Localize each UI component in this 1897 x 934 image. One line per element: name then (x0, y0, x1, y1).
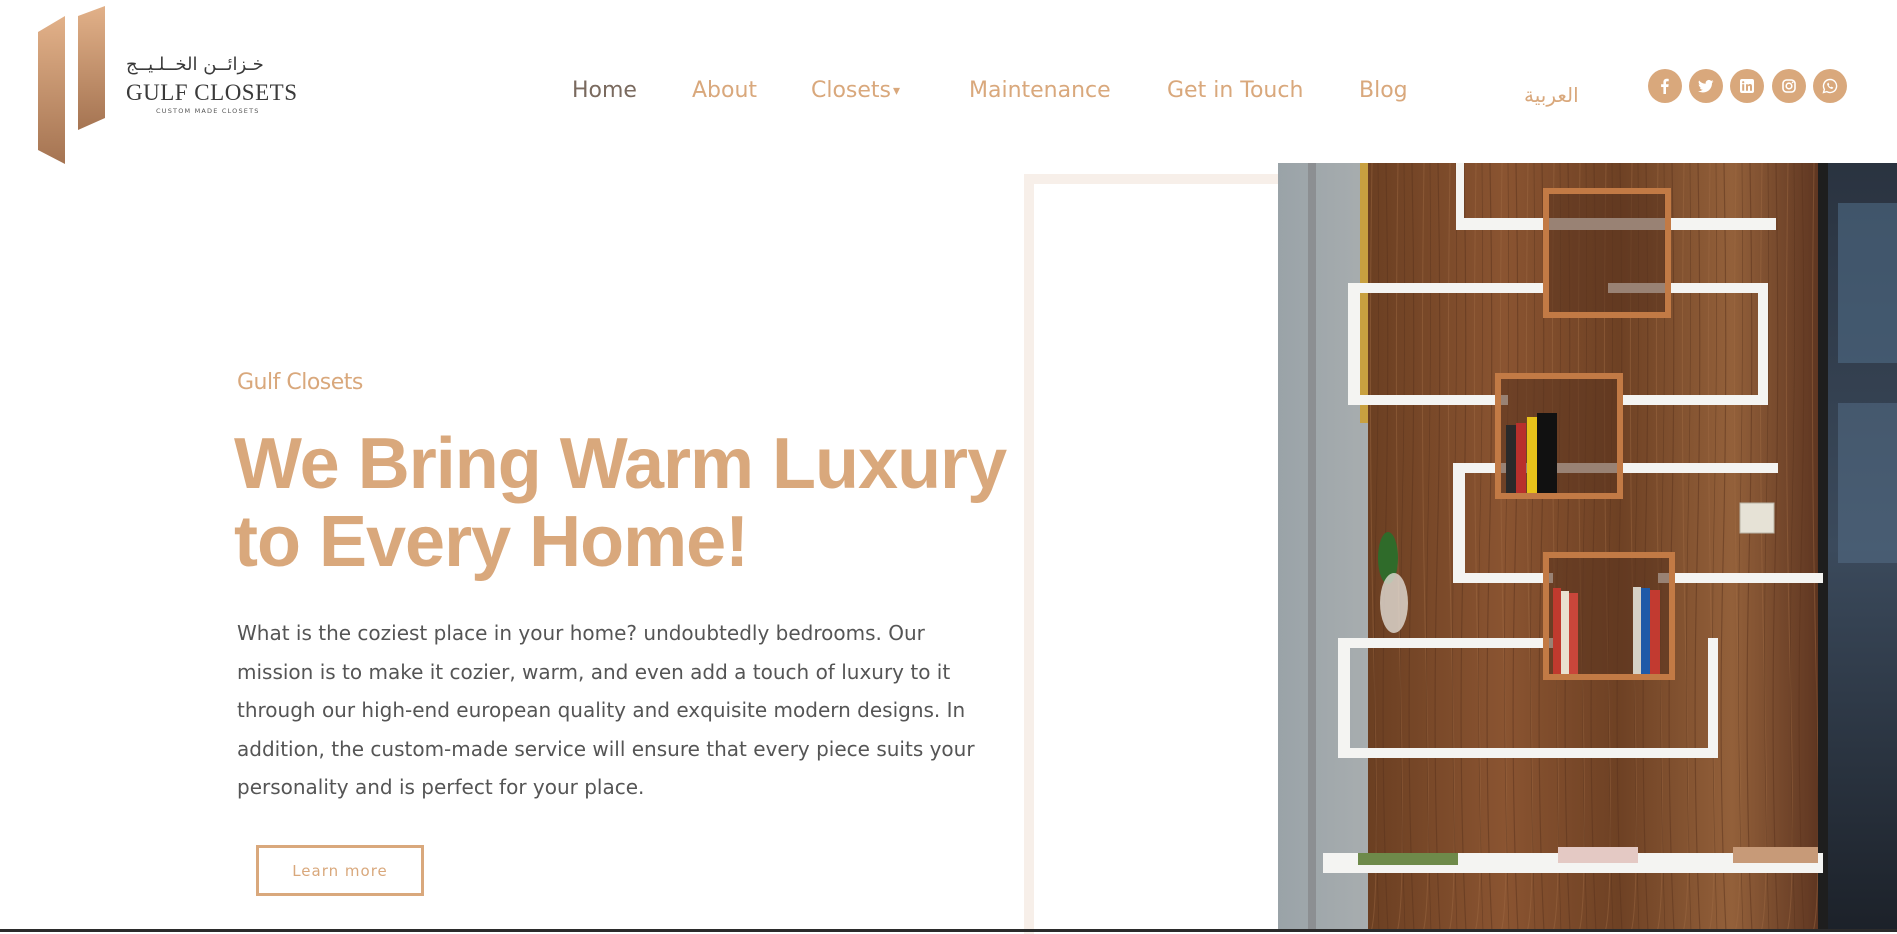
brand-logo[interactable]: خـزائــن الخــلـيــج GULF CLOSETS CUSTOM… (38, 6, 298, 164)
learn-more-button[interactable]: Learn more (256, 845, 424, 896)
logo-mark-icon (38, 6, 105, 164)
instagram-icon[interactable] (1772, 69, 1806, 103)
caret-down-icon: ▾ (893, 83, 901, 99)
nav-about[interactable]: About (692, 78, 757, 103)
facebook-icon[interactable] (1648, 69, 1682, 103)
brand-tagline: CUSTOM MADE CLOSETS (156, 107, 260, 115)
nav-home[interactable]: Home (572, 78, 637, 103)
hero-eyebrow: Gulf Closets (237, 370, 363, 395)
linkedin-icon[interactable] (1730, 69, 1764, 103)
brand-name: GULF CLOSETS (126, 80, 298, 105)
whatsapp-icon[interactable] (1813, 69, 1847, 103)
nav-maintenance[interactable]: Maintenance (969, 78, 1111, 103)
nav-closets[interactable]: Closets ▾ (811, 78, 900, 103)
nav-get-in-touch[interactable]: Get in Touch (1167, 78, 1303, 103)
brand-arabic-name: خـزائــن الخــلـيــج (126, 54, 264, 75)
nav-blog[interactable]: Blog (1359, 78, 1408, 103)
hero-headline-line1: We Bring Warm Luxury (234, 424, 1007, 504)
hero-image (1278, 163, 1897, 932)
hero-headline: We Bring Warm Luxury to Every Home! (234, 425, 1034, 581)
language-toggle[interactable]: العربية (1524, 83, 1579, 107)
nav-closets-label: Closets (811, 78, 892, 103)
hero-headline-line2: to Every Home! (234, 502, 749, 582)
twitter-icon[interactable] (1689, 69, 1723, 103)
hero-description: What is the coziest place in your home? … (237, 621, 975, 799)
